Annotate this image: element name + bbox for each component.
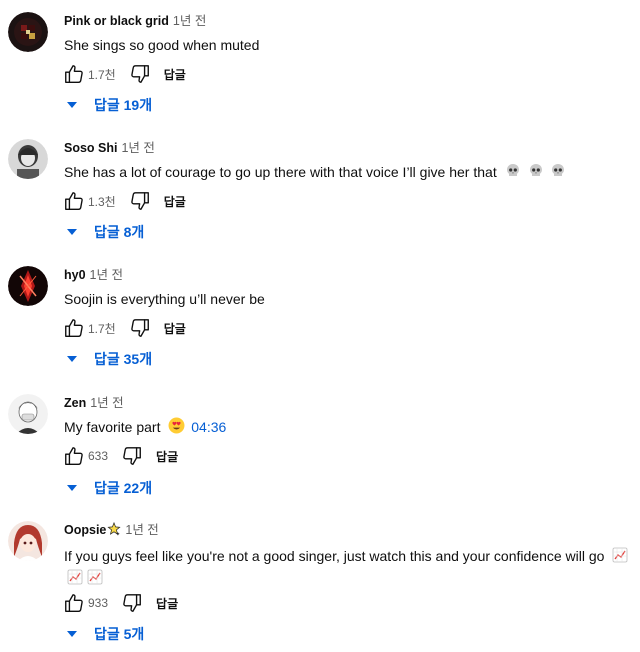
comment-author[interactable]: Soso Shi: [64, 141, 117, 155]
dislike-button[interactable]: [128, 62, 152, 86]
comments-section: Pink or black grid 1년 전 She sings so good…: [0, 0, 640, 652]
thumbs-down-icon: [130, 192, 149, 210]
replies-count-label: 답글 8개: [94, 224, 145, 240]
like-button[interactable]: [62, 444, 86, 468]
comment-time[interactable]: 1년 전: [121, 141, 154, 155]
like-count: 1.7천: [88, 321, 116, 336]
comment-text-content: If you guys feel like you're not a good …: [64, 548, 605, 564]
comment-text: If you guys feel like you're not a good …: [64, 546, 636, 590]
avatar[interactable]: [8, 521, 48, 561]
view-replies-button[interactable]: 답글 8개: [64, 220, 144, 244]
caret-down-icon: [67, 102, 77, 108]
chart-increasing-emoji: [612, 547, 628, 568]
skull-emoji: [528, 163, 544, 184]
replies-count-label: 답글 19개: [94, 97, 153, 113]
comment-actions: 1.7천 답글: [62, 316, 186, 340]
dislike-button[interactable]: [128, 189, 152, 213]
reply-button[interactable]: 답글: [164, 320, 186, 337]
like-button[interactable]: [62, 62, 86, 86]
dislike-button[interactable]: [120, 444, 144, 468]
avatar[interactable]: [8, 266, 48, 306]
chart-increasing-emoji: [67, 569, 83, 590]
avatar[interactable]: [8, 139, 48, 179]
thumbs-down-icon: [130, 319, 149, 337]
comment-text: She sings so good when muted: [64, 35, 636, 55]
thumbs-down-icon: [123, 447, 141, 465]
thumbs-down-icon: [130, 65, 149, 83]
like-button[interactable]: [62, 316, 86, 340]
comment-text: My favorite part 04:36: [64, 417, 636, 439]
view-replies-button[interactable]: 답글 35개: [64, 347, 152, 371]
like-count: 933: [88, 596, 109, 610]
comment-actions: 1.3천 답글: [62, 189, 186, 213]
comment-time[interactable]: 1년 전: [173, 14, 206, 28]
comment-actions: 933 답글: [62, 591, 178, 615]
thumbs-up-icon: [65, 447, 83, 465]
comment-time[interactable]: 1년 전: [90, 396, 123, 410]
like-count: 1.3천: [88, 194, 116, 209]
thumbs-up-icon: [65, 192, 83, 210]
like-count: 1.7천: [88, 67, 116, 82]
comment-actions: 633 답글: [62, 444, 178, 468]
caret-down-icon: [67, 631, 77, 637]
comment-text-content: She has a lot of courage to go up there …: [64, 164, 497, 180]
comment-actions: 1.7천 답글: [62, 62, 186, 86]
comment-author[interactable]: hy0: [64, 268, 86, 282]
view-replies-button[interactable]: 답글 19개: [64, 93, 152, 117]
thumbs-up-icon: [65, 65, 83, 83]
like-button[interactable]: [62, 591, 86, 615]
thumbs-up-icon: [65, 319, 83, 337]
comment-time[interactable]: 1년 전: [90, 268, 123, 282]
comment-text: Soojin is everything u’ll never be: [64, 289, 636, 309]
timestamp-link[interactable]: 04:36: [191, 419, 226, 435]
comment-author[interactable]: Oopsie: [64, 523, 106, 537]
reply-button[interactable]: 답글: [164, 66, 186, 83]
avatar[interactable]: [8, 12, 48, 52]
caret-down-icon: [67, 485, 77, 491]
comment-text-content: My favorite part: [64, 419, 161, 435]
comment-text-content: Soojin is everything u’ll never be: [64, 291, 265, 307]
heart-eyes-emoji: [168, 417, 185, 439]
reply-button[interactable]: 답글: [156, 595, 178, 612]
thumbs-down-icon: [123, 594, 141, 612]
reply-button[interactable]: 답글: [156, 448, 178, 465]
comment-author[interactable]: Zen: [64, 396, 86, 410]
view-replies-button[interactable]: 답글 22개: [64, 476, 152, 500]
like-button[interactable]: [62, 189, 86, 213]
thumbs-up-icon: [65, 594, 83, 612]
comment-text: She has a lot of courage to go up there …: [64, 162, 636, 184]
comment-text-content: She sings so good when muted: [64, 37, 260, 53]
skull-emoji: [550, 163, 566, 184]
caret-down-icon: [67, 356, 77, 362]
dislike-button[interactable]: [128, 316, 152, 340]
skull-emoji: [505, 163, 521, 184]
avatar[interactable]: [8, 394, 48, 434]
caret-down-icon: [67, 229, 77, 235]
view-replies-button[interactable]: 답글 5개: [64, 622, 144, 646]
replies-count-label: 답글 22개: [94, 480, 153, 496]
dislike-button[interactable]: [120, 591, 144, 615]
like-count: 633: [88, 449, 109, 463]
reply-button[interactable]: 답글: [164, 193, 186, 210]
sparkle-star-emoji: [107, 521, 121, 541]
comment-author[interactable]: Pink or black grid: [64, 14, 169, 28]
comment-time[interactable]: 1년 전: [125, 523, 158, 537]
replies-count-label: 답글 35개: [94, 351, 153, 367]
chart-increasing-emoji: [87, 569, 103, 590]
replies-count-label: 답글 5개: [94, 626, 145, 642]
